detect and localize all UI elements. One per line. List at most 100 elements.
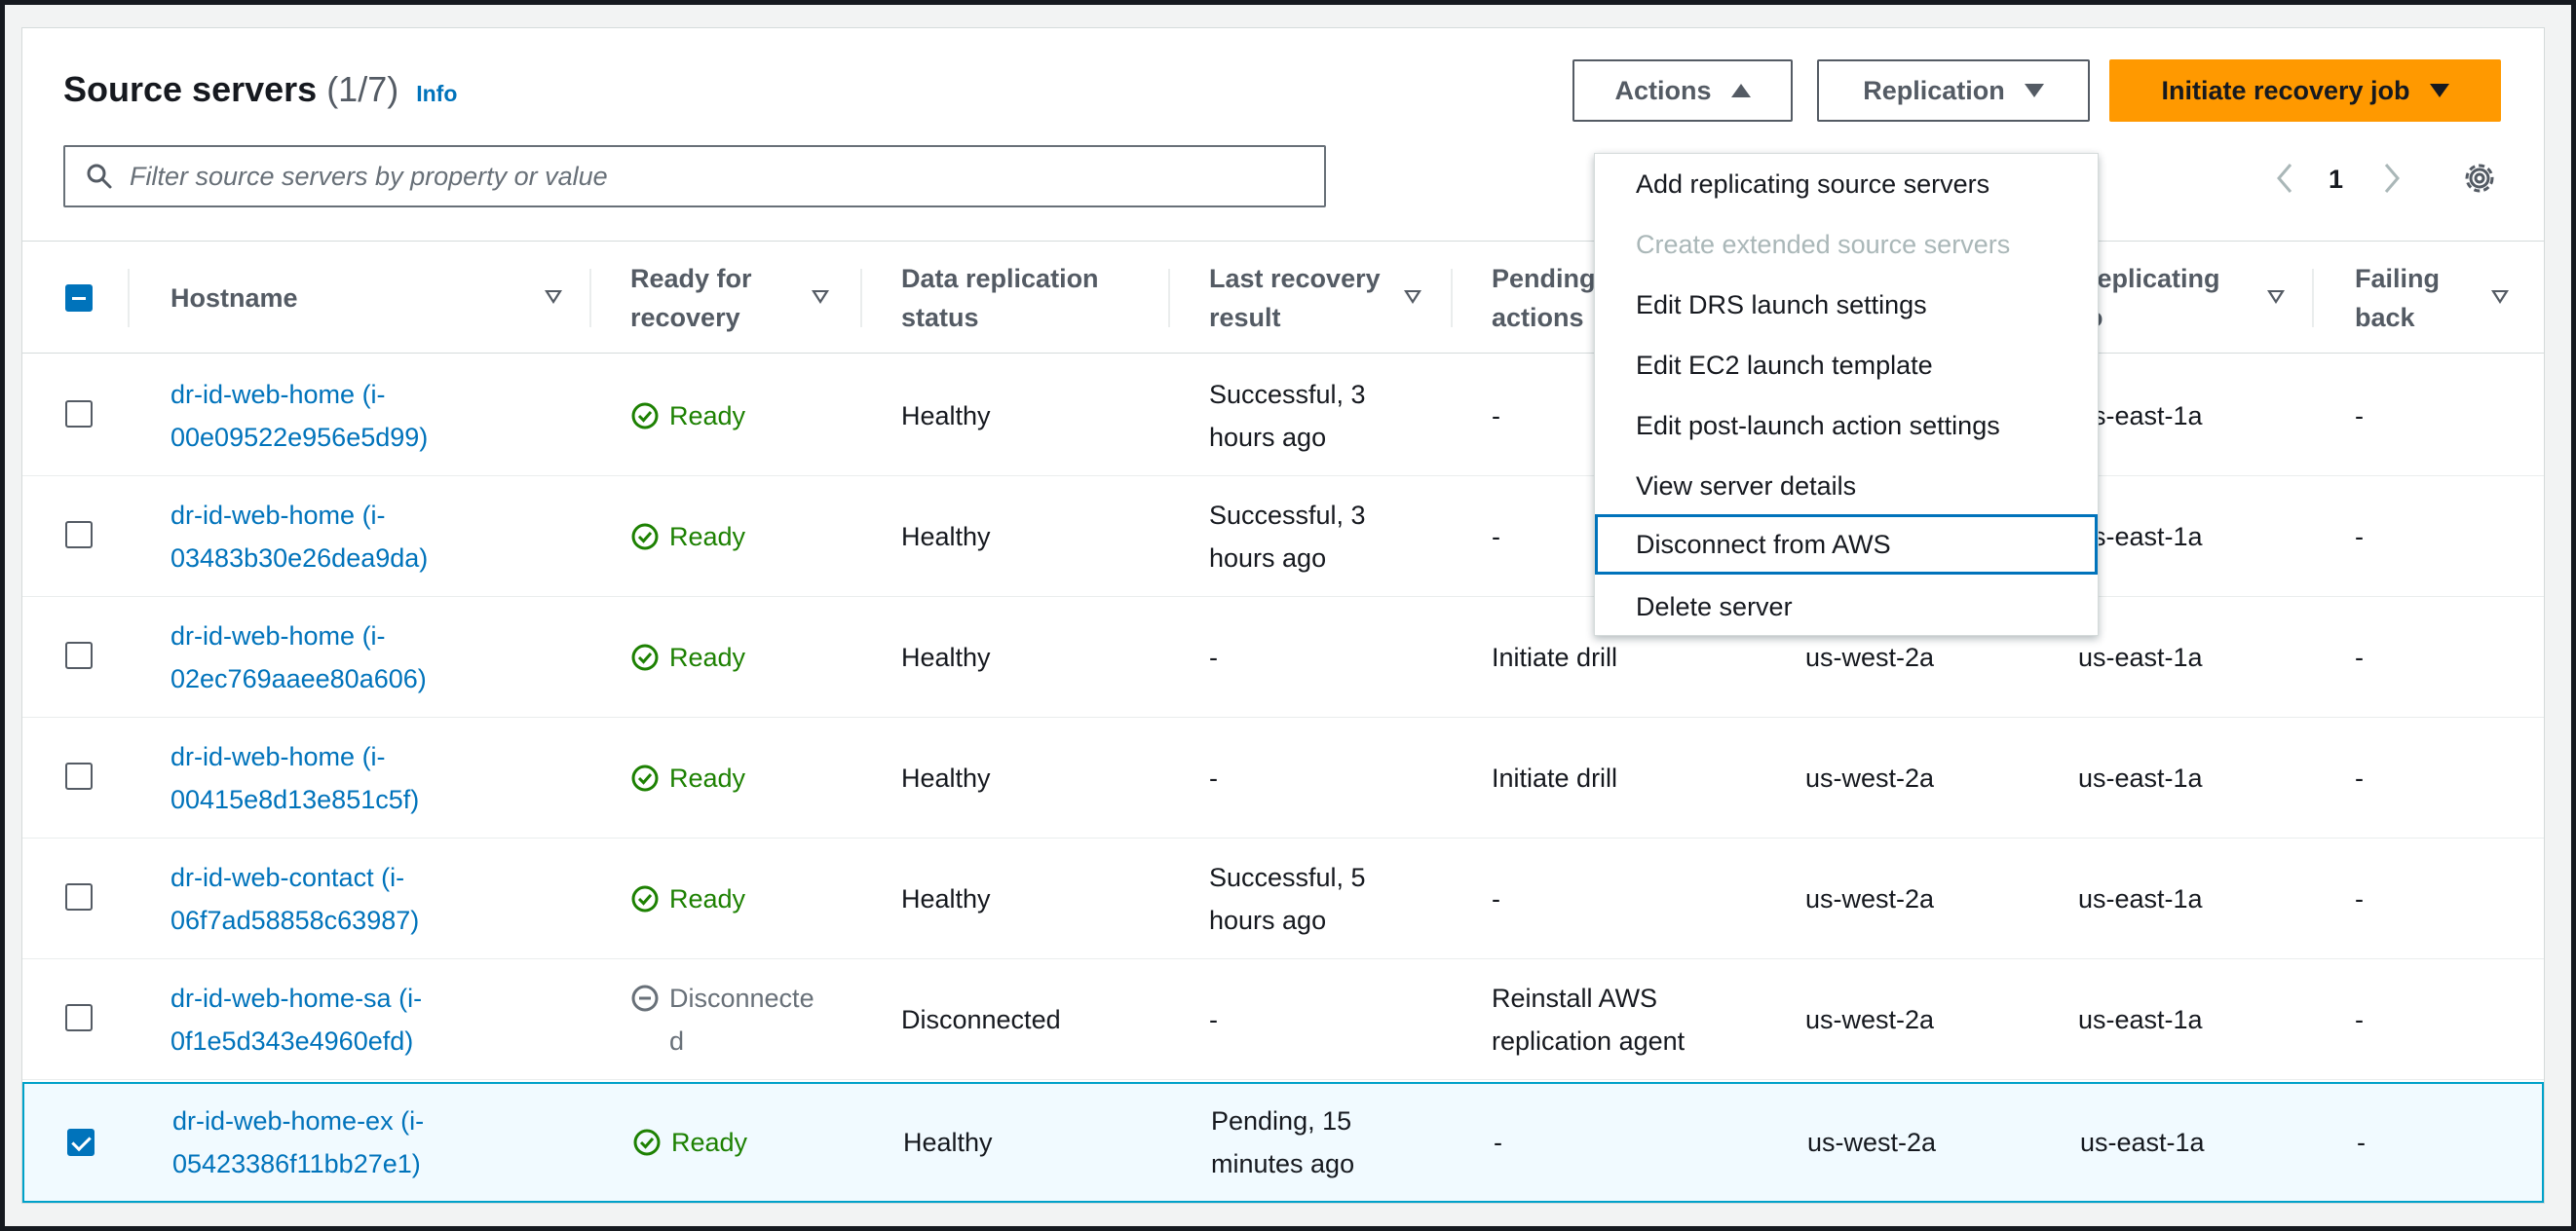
hostname-link[interactable]: dr-id-web-home (i-02ec769aaee80a606) — [170, 597, 463, 717]
row-checkbox[interactable] — [65, 883, 93, 911]
table-row[interactable]: dr-id-web-home-sa (i-0f1e5d343e4960efd) D… — [22, 959, 2544, 1080]
ready-status-text: Disconnected — [669, 983, 814, 1056]
column-hostname[interactable]: Hostname — [170, 242, 356, 354]
menu-item-edit-ec2-launch-template[interactable]: Edit EC2 launch template — [1595, 335, 2098, 395]
last-recovery-result: Successful, 5 hours ago — [1209, 862, 1366, 935]
source-servers-panel: Source servers (1/7) Info Actions Replic… — [21, 27, 2545, 1204]
replication-button-label: Replication — [1863, 75, 2005, 105]
ready-status-text: Ready — [669, 521, 746, 551]
menu-item-disconnect-from-aws[interactable]: Disconnect from AWS — [1595, 514, 2098, 575]
ready-status: Ready — [630, 718, 745, 838]
menu-item-view-server-details[interactable]: View server details — [1595, 456, 2098, 516]
actions-button[interactable]: Actions — [1572, 59, 1793, 122]
search-input[interactable] — [130, 161, 1279, 192]
table-row[interactable]: dr-id-web-home (i-00415e8d13e851c5f) Read… — [22, 718, 2544, 839]
replication-status: Healthy — [903, 1128, 993, 1157]
column-ready-for-recovery[interactable]: Ready for recovery — [630, 242, 815, 354]
staging-zone: us-west-2a — [1807, 1128, 1937, 1157]
caret-down-icon — [2024, 84, 2044, 97]
staging-zone: us-west-2a — [1805, 763, 1935, 793]
check-circle-icon — [633, 1129, 661, 1156]
failing-back: - — [2355, 642, 2364, 672]
menu-item-edit-post-launch-action-settings[interactable]: Edit post-launch action settings — [1595, 395, 2098, 456]
selection-count: (1/7) — [326, 69, 399, 109]
next-page-icon[interactable] — [2380, 161, 2404, 203]
sort-icon[interactable] — [1404, 290, 1421, 304]
pending-actions: Reinstall AWS replication agent — [1492, 983, 1686, 1056]
row-checkbox[interactable] — [65, 400, 93, 428]
row-checkbox[interactable] — [65, 763, 93, 790]
replicating-to: us-east-1a — [2078, 883, 2203, 914]
sort-icon[interactable] — [812, 290, 829, 304]
ready-status-text: Ready — [671, 1128, 748, 1157]
menu-item-delete-server[interactable]: Delete server — [1595, 577, 2098, 637]
hostname-link[interactable]: dr-id-web-home-ex (i-05423386f11bb27e1) — [172, 1084, 465, 1201]
table-row[interactable]: dr-id-web-home (i-03483b30e26dea9da) Read… — [22, 476, 2544, 597]
replication-button[interactable]: Replication — [1817, 59, 2090, 122]
hostname-link[interactable]: dr-id-web-home (i-03483b30e26dea9da) — [170, 476, 463, 596]
actions-dropdown-menu: Add replicating source servers Create ex… — [1594, 153, 2099, 636]
menu-item-add-replicating-source-servers[interactable]: Add replicating source servers — [1595, 154, 2098, 214]
sort-icon[interactable] — [2491, 290, 2509, 304]
table-row[interactable]: dr-id-web-home (i-00e09522e956e5d99) Read… — [22, 355, 2544, 476]
initiate-recovery-job-button[interactable]: Initiate recovery job — [2109, 59, 2501, 122]
column-replicating-to[interactable]: Replicating to — [2078, 242, 2234, 354]
row-checkbox[interactable] — [65, 642, 93, 669]
ready-status: Ready — [632, 1084, 747, 1201]
hostname-link[interactable]: dr-id-web-home (i-00e09522e956e5d99) — [170, 355, 463, 475]
check-circle-icon — [631, 765, 659, 791]
column-last-recovery-result[interactable]: Last recovery result — [1209, 242, 1394, 354]
replication-status: Healthy — [901, 763, 991, 793]
pending-actions: - — [1494, 1128, 1502, 1157]
last-recovery-result: - — [1209, 763, 1218, 793]
column-failing-back[interactable]: Failing back — [2355, 242, 2472, 354]
replication-status: Healthy — [901, 400, 991, 430]
failing-back: - — [2355, 521, 2364, 551]
check-circle-icon — [631, 402, 659, 429]
search-icon — [87, 164, 112, 189]
replicating-to: us-east-1a — [2080, 1128, 2205, 1157]
row-checkbox[interactable] — [67, 1129, 95, 1156]
ready-status-text: Ready — [669, 763, 746, 793]
table-row[interactable]: dr-id-web-home-ex (i-05423386f11bb27e1) R… — [22, 1082, 2544, 1203]
info-link[interactable]: Info — [416, 81, 457, 107]
initiate-recovery-job-label: Initiate recovery job — [2161, 75, 2410, 105]
sort-icon[interactable] — [545, 290, 562, 304]
page-number-button[interactable]: 1 — [2329, 165, 2343, 195]
title-text: Source servers — [63, 69, 318, 109]
row-checkbox[interactable] — [65, 1004, 93, 1031]
hostname-link[interactable]: dr-id-web-contact (i-06f7ad58858c63987) — [170, 839, 463, 958]
staging-zone: us-west-2a — [1805, 883, 1935, 914]
last-recovery-result: Successful, 3 hours ago — [1209, 500, 1366, 573]
replication-status: Healthy — [901, 883, 991, 914]
settings-gear-icon[interactable] — [2460, 159, 2499, 205]
actions-button-label: Actions — [1614, 75, 1712, 105]
column-data-replication-status[interactable]: Data replication status — [901, 242, 1145, 354]
replication-status: Healthy — [901, 521, 991, 551]
menu-item-edit-drs-launch-settings[interactable]: Edit DRS launch settings — [1595, 275, 2098, 335]
previous-page-icon[interactable] — [2273, 161, 2296, 203]
page-title: Source servers (1/7) Info — [63, 69, 457, 110]
replicating-to: us-east-1a — [2078, 1004, 2203, 1034]
failing-back: - — [2355, 883, 2364, 914]
staging-zone: us-west-2a — [1805, 1004, 1935, 1034]
last-recovery-result: - — [1209, 1004, 1218, 1034]
ready-status-text: Ready — [669, 642, 746, 672]
failing-back: - — [2355, 400, 2364, 430]
hostname-link[interactable]: dr-id-web-home-sa (i-0f1e5d343e4960efd) — [170, 959, 463, 1079]
check-circle-icon — [631, 644, 659, 670]
search-field[interactable] — [63, 145, 1326, 207]
check-circle-icon — [631, 885, 659, 912]
caret-down-icon — [2429, 84, 2449, 97]
sort-icon[interactable] — [2267, 290, 2285, 304]
table-header: Hostname Ready for recovery Data replica… — [22, 241, 2544, 354]
last-recovery-result: - — [1209, 642, 1218, 672]
row-checkbox[interactable] — [65, 521, 93, 548]
ready-status: Ready — [630, 839, 745, 958]
minus-circle-icon — [631, 985, 659, 1011]
hostname-link[interactable]: dr-id-web-home (i-00415e8d13e851c5f) — [170, 718, 463, 838]
select-all-checkbox[interactable] — [65, 284, 93, 312]
table-row[interactable]: dr-id-web-contact (i-06f7ad58858c63987) R… — [22, 839, 2544, 959]
table-row[interactable]: dr-id-web-home (i-02ec769aaee80a606) Read… — [22, 597, 2544, 718]
failing-back: - — [2355, 763, 2364, 793]
